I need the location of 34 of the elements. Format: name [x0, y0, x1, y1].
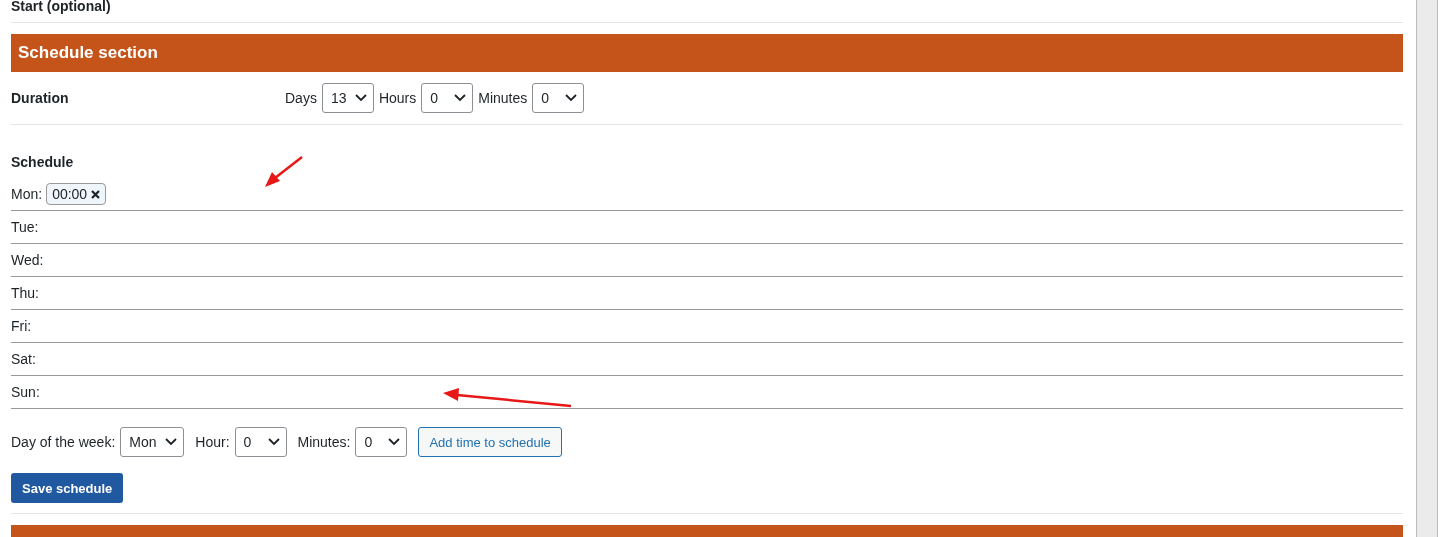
chevron-down-icon — [454, 94, 467, 102]
chevron-down-icon — [267, 438, 280, 446]
remove-icon[interactable] — [91, 189, 101, 199]
field-label: Days — [285, 90, 317, 106]
annotation-arrow — [265, 156, 303, 188]
field-label: Hours — [378, 90, 417, 106]
select-field[interactable]: 13 — [321, 83, 374, 113]
save-button[interactable]: Save schedule — [11, 473, 124, 503]
day-label: Fri: — [11, 318, 32, 334]
select-field[interactable]: 0 — [234, 427, 287, 457]
select-field[interactable]: Mon — [120, 427, 185, 457]
day-label: Tue: — [11, 219, 39, 235]
section-header: Schedule section — [11, 34, 1403, 72]
day-label: Sat: — [11, 351, 36, 367]
field-label: Start (optional) — [11, 0, 1403, 23]
chevron-down-icon — [388, 438, 401, 446]
chevron-down-icon — [165, 438, 178, 446]
field-label: Minutes: — [297, 434, 351, 450]
select-field[interactable]: 0 — [532, 83, 585, 113]
chevron-down-icon — [354, 94, 367, 102]
time-text: 00:00 — [52, 186, 88, 202]
add-time-button[interactable]: Add time to schedule — [418, 427, 562, 457]
day-label: Mon: — [11, 186, 43, 202]
day-label: Sun: — [11, 384, 40, 400]
field-label: Duration — [11, 90, 70, 106]
day-label: Wed: — [11, 252, 44, 268]
field-label: Minutes — [478, 90, 528, 106]
field-label: Day of the week: — [11, 434, 116, 450]
field-label: Schedule — [11, 154, 75, 170]
field-label: Hour: — [195, 434, 230, 450]
select-field[interactable]: 0 — [421, 83, 474, 113]
day-label: Thu: — [11, 285, 39, 301]
chevron-down-icon — [565, 94, 578, 102]
select-field[interactable]: 0 — [355, 427, 408, 457]
